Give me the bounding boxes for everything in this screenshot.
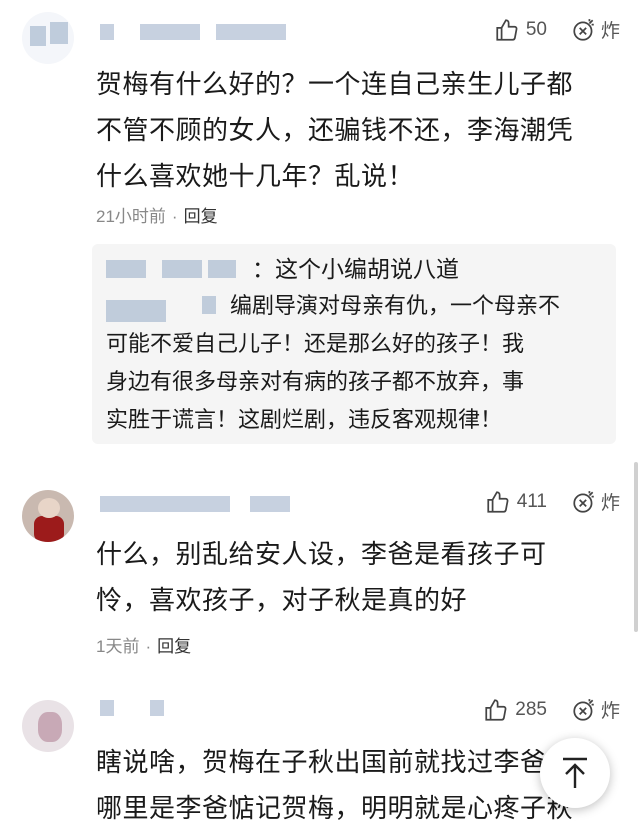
comment-text: 贺梅有什么好的？一个连自己亲生儿子都 不管不顾的女人，还骗钱不还，李海潮凭 什么… — [96, 62, 618, 200]
username[interactable] — [100, 494, 300, 514]
separator: · — [171, 207, 178, 226]
quote-line: 可能不爱自己儿子！还是那么好的孩子！我 — [106, 332, 525, 357]
comment-line: 贺梅有什么好的？一个连自己亲生儿子都 — [96, 70, 574, 100]
username[interactable] — [100, 22, 300, 42]
scroll-to-top-button[interactable] — [540, 738, 610, 808]
bomb-icon — [573, 18, 594, 41]
bomb-label: 炸 — [600, 701, 620, 722]
bomb-button[interactable]: 炸 — [571, 16, 620, 43]
like-count: 411 — [516, 490, 547, 512]
reply-button[interactable]: 回复 — [157, 637, 191, 656]
avatar[interactable] — [22, 12, 74, 64]
bomb-button[interactable]: 炸 — [571, 488, 620, 515]
quoted-reply[interactable]: ：这个小编胡说八道 编剧导演对母亲有仇，一个母亲不 可能不爱自己儿子！还是那么好… — [92, 244, 616, 444]
comment-meta: 21小时前 · 回复 — [96, 202, 218, 227]
comment-meta: 1天前 · 回复 — [96, 632, 191, 657]
comment-actions: 50 炸 — [494, 16, 620, 43]
like-button[interactable]: 411 — [485, 489, 547, 515]
thumbs-up-icon — [487, 490, 509, 513]
like-button[interactable]: 285 — [483, 697, 547, 723]
bomb-button[interactable]: 炸 — [571, 696, 620, 723]
arrow-up-icon — [563, 757, 587, 788]
username[interactable] — [100, 698, 300, 718]
like-count: 50 — [525, 18, 547, 40]
comment-line: 哪里是李爸惦记贺梅，明明就是心疼子秋 — [96, 794, 574, 824]
comment-text: 什么，别乱给安人设，李爸是看孩子可 怜，喜欢孩子，对子秋是真的好 — [96, 532, 618, 624]
avatar[interactable] — [22, 700, 74, 752]
comment-line: 不管不顾的女人，还骗钱不还，李海潮凭 — [96, 116, 574, 146]
timestamp: 21小时前 — [96, 207, 166, 226]
quote-author-line: ：这个小编胡说八道 — [252, 257, 459, 283]
reply-button[interactable]: 回复 — [184, 207, 218, 226]
comment-actions: 411 炸 — [485, 488, 620, 515]
like-button[interactable]: 50 — [494, 17, 547, 43]
quote-line: 身边有很多母亲对有病的孩子都不放弃，事 — [106, 370, 525, 395]
scrollbar[interactable] — [634, 462, 638, 632]
comment-line: 什么喜欢她十几年？乱说！ — [96, 162, 415, 192]
thumbs-up-icon — [485, 698, 507, 721]
quote-line: 编剧导演对母亲有仇，一个母亲不 — [230, 294, 561, 319]
quote-line: 实胜于谎言！这剧烂剧，违反客观规律！ — [106, 408, 503, 433]
timestamp: 1天前 — [96, 637, 140, 656]
bomb-label: 炸 — [600, 493, 620, 514]
bomb-label: 炸 — [600, 21, 620, 42]
like-count: 285 — [515, 698, 547, 720]
bomb-icon — [573, 698, 594, 721]
bomb-icon — [573, 490, 594, 513]
comment-line: 怜，喜欢孩子，对子秋是真的好 — [96, 586, 468, 616]
comment-actions: 285 炸 — [483, 696, 620, 723]
comment-text: 瞎说啥，贺梅在子秋出国前就找过李爸 哪里是李爸惦记贺梅，明明就是心疼子秋 — [96, 740, 618, 832]
quote-body: 编剧导演对母亲有仇，一个母亲不 可能不爱自己儿子！还是那么好的孩子！我 身边有很… — [106, 288, 602, 440]
thumbs-up-icon — [496, 18, 518, 41]
comment-line: 什么，别乱给安人设，李爸是看孩子可 — [96, 540, 547, 570]
separator: · — [145, 637, 152, 656]
avatar[interactable] — [22, 490, 74, 542]
